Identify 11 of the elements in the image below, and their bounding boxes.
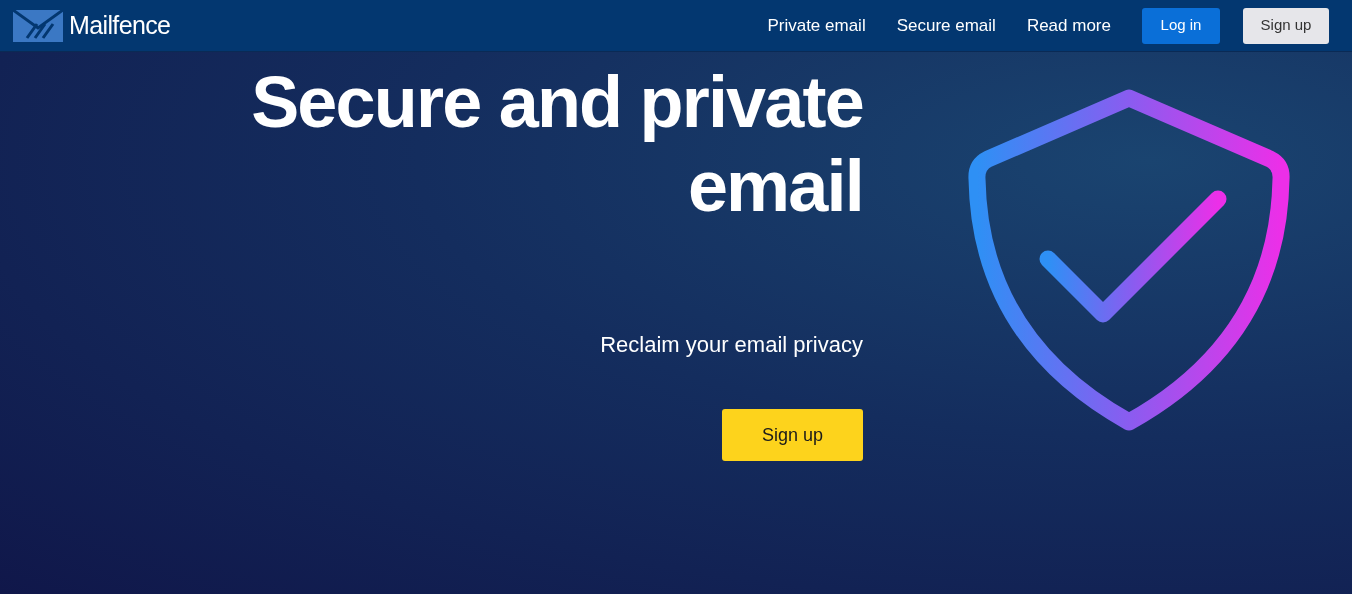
- signup-cta-button[interactable]: Sign up: [722, 409, 863, 461]
- login-button[interactable]: Log in: [1142, 7, 1220, 44]
- hero-subtitle: Reclaim your email privacy: [600, 331, 863, 359]
- nav-link[interactable]: Secure email: [896, 12, 996, 39]
- logo-text: Mailfence: [69, 9, 171, 41]
- nav-link[interactable]: Private email: [767, 12, 866, 39]
- nav-link[interactable]: Read more: [1026, 12, 1111, 39]
- signup-button[interactable]: Sign up: [1243, 7, 1329, 44]
- hero-title: Secure and private email: [251, 61, 863, 228]
- logo-icon: [13, 9, 63, 42]
- shield-check-icon: [968, 89, 1290, 433]
